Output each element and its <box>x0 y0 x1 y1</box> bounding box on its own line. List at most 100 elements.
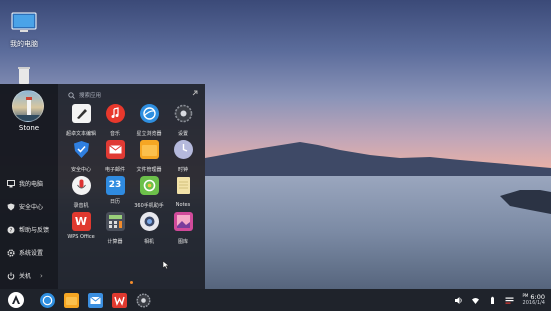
search-placeholder: 搜索应用 <box>79 93 102 99</box>
clock-ampm: PM <box>522 292 529 298</box>
browser-icon <box>139 104 159 123</box>
wifi-icon[interactable] <box>471 296 480 305</box>
volume-icon[interactable] <box>454 296 463 305</box>
search-input[interactable]: 搜索应用 <box>68 89 200 101</box>
app-label: Notes <box>175 202 191 208</box>
app-calculator[interactable]: 计算器 <box>98 212 132 245</box>
app-label: 相机 <box>143 239 154 245</box>
app-label: 设置 <box>177 131 188 137</box>
folder-icon <box>139 140 159 159</box>
start-menu-side-list: 我的电脑 安全中心 ? 帮助与反馈 系统设置 关机 › <box>0 172 58 287</box>
app-gallery[interactable]: 图库 <box>166 212 200 245</box>
avatar[interactable] <box>12 90 44 122</box>
calendar-icon: 23 <box>105 176 125 195</box>
system-tray: PM 6:00 2016/1/4 <box>446 289 545 311</box>
shield-icon <box>7 203 15 210</box>
side-item-my-computer[interactable]: 我的电脑 <box>0 172 58 195</box>
taskbar-gear-icon[interactable] <box>136 292 151 308</box>
app-label: 电子邮件 <box>104 167 125 173</box>
app-camera[interactable]: 相机 <box>132 212 166 245</box>
gallery-icon <box>173 212 193 231</box>
taskbar-wps-icon[interactable] <box>112 292 127 308</box>
assistant-icon <box>139 176 159 195</box>
camera-icon <box>139 212 159 231</box>
side-item-label: 我的电脑 <box>19 181 44 188</box>
taskbar-mail-icon[interactable] <box>88 292 103 308</box>
clock-icon <box>173 140 193 159</box>
user-name: Stone <box>18 124 40 132</box>
computer-icon <box>11 12 37 32</box>
gear-icon <box>7 248 15 257</box>
help-icon: ? <box>7 226 15 234</box>
app-label: 计算器 <box>107 239 123 245</box>
side-item-label: 系统设置 <box>19 250 44 257</box>
side-item-label: 关机 <box>19 273 32 280</box>
start-logo-icon <box>12 295 20 304</box>
taskbar-folder-icon[interactable] <box>64 292 79 308</box>
app-label: 文件管理器 <box>136 167 162 173</box>
app-label: 录音机 <box>73 203 89 209</box>
app-recorder[interactable]: 录音机 <box>64 176 98 209</box>
app-music[interactable]: 音乐 <box>98 104 132 137</box>
app-text-editor[interactable]: 超卓文本编辑 <box>64 104 98 137</box>
expand-icon[interactable] <box>191 89 199 97</box>
app-label: 时钟 <box>177 167 188 173</box>
music-icon <box>105 104 125 123</box>
wps-icon: W <box>71 212 91 231</box>
app-browser[interactable]: 星立浏览器 <box>132 104 166 137</box>
app-settings[interactable]: 设置 <box>166 104 200 137</box>
battery-icon[interactable] <box>488 296 497 305</box>
app-label: 图库 <box>177 239 188 245</box>
app-label: 360手机助手 <box>134 203 164 209</box>
desktop-icon-my-computer[interactable]: 我的电脑 <box>0 12 48 49</box>
app-360-assistant[interactable]: 360手机助手 <box>132 176 166 209</box>
app-grid: 超卓文本编辑 音乐 星立浏览器 设置 安全中心 电子邮件 文件管理器 时钟 录音… <box>64 104 200 245</box>
desktop-icon-label: 我的电脑 <box>10 40 38 48</box>
app-clock[interactable]: 时钟 <box>166 140 200 173</box>
chevron-right-icon[interactable]: › <box>40 272 43 280</box>
app-label: 星立浏览器 <box>136 131 162 137</box>
notes-icon <box>176 177 190 194</box>
text-editor-icon <box>71 104 91 123</box>
computer-icon <box>7 179 15 187</box>
calculator-icon <box>105 212 125 231</box>
app-file-manager[interactable]: 文件管理器 <box>132 140 166 173</box>
lighthouse-avatar-image <box>13 97 43 121</box>
app-notes[interactable]: Notes <box>166 176 200 209</box>
power-icon <box>7 272 15 280</box>
svg-text:?: ? <box>10 228 13 234</box>
side-item-label: 帮助与反馈 <box>19 227 50 234</box>
side-item-help[interactable]: ? 帮助与反馈 <box>0 218 58 241</box>
side-item-label: 安全中心 <box>19 204 44 211</box>
app-wps-office[interactable]: W WPS Office <box>64 212 98 245</box>
app-calendar[interactable]: 23 日历 <box>98 176 132 209</box>
gear-icon <box>174 104 192 123</box>
start-menu-sidebar: Stone 我的电脑 安全中心 ? 帮助与反馈 系统设置 关机 › <box>0 84 58 289</box>
taskbar-browser-icon[interactable] <box>40 292 55 308</box>
clock-date: 2016/1/4 <box>522 299 545 306</box>
app-security[interactable]: 安全中心 <box>64 140 98 173</box>
side-item-settings[interactable]: 系统设置 <box>0 241 58 264</box>
clock[interactable]: PM 6:00 2016/1/4 <box>522 292 545 307</box>
app-email[interactable]: 电子邮件 <box>98 140 132 173</box>
shield-icon <box>73 141 89 158</box>
search-icon <box>68 91 75 99</box>
app-label: 超卓文本编辑 <box>65 131 96 137</box>
wps-letter: W <box>74 215 88 228</box>
start-menu-apps: 搜索应用 超卓文本编辑 音乐 星立浏览器 设置 安全中心 电子邮件 文件管理器 … <box>58 84 205 289</box>
mouse-cursor-icon <box>162 260 170 270</box>
taskbar: PM 6:00 2016/1/4 <box>0 289 551 311</box>
start-menu: Stone 我的电脑 安全中心 ? 帮助与反馈 系统设置 关机 › 搜索应用 超… <box>0 84 205 289</box>
recorder-icon <box>71 176 91 195</box>
app-label: 安全中心 <box>70 167 91 173</box>
app-label: 音乐 <box>109 131 120 137</box>
side-item-security[interactable]: 安全中心 <box>0 195 58 218</box>
app-label: WPS Office <box>67 234 95 240</box>
side-item-power[interactable]: 关机 › <box>0 264 58 287</box>
app-label: 日历 <box>109 199 120 205</box>
start-button[interactable] <box>8 292 24 308</box>
mail-icon <box>105 140 125 159</box>
notification-icon[interactable] <box>505 296 514 305</box>
page-indicator[interactable] <box>130 281 133 284</box>
calendar-day: 23 <box>108 180 122 190</box>
